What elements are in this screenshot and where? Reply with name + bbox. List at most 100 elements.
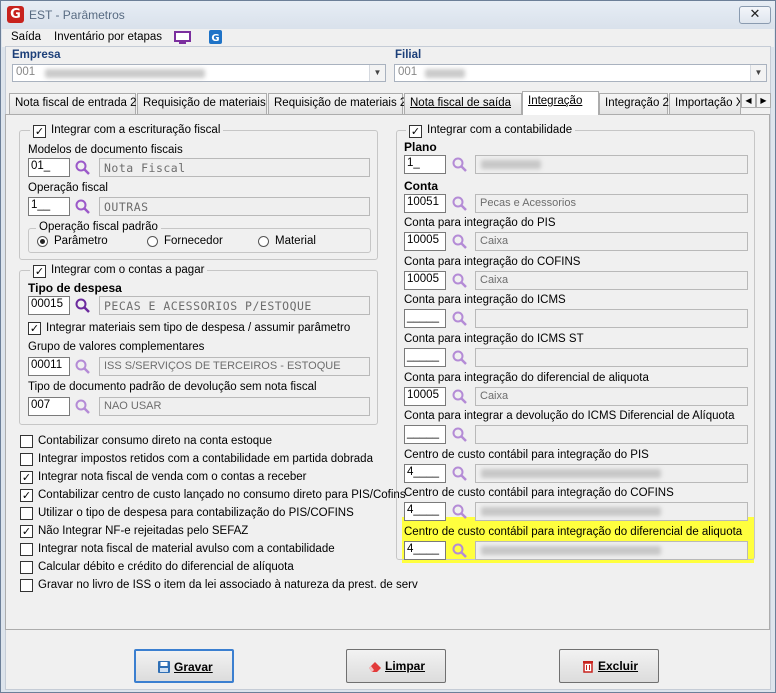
account-field-label: Conta para integração do ICMS (404, 294, 566, 306)
search-icon[interactable] (74, 358, 92, 376)
radio-material[interactable] (258, 236, 269, 247)
account-code-input[interactable]: 10005 (404, 271, 446, 290)
account-code-input[interactable]: 4____ (404, 541, 446, 560)
clear-button[interactable]: Limpar (346, 649, 446, 683)
account-field-label: Conta para integração do COFINS (404, 256, 581, 268)
chevron-down-icon[interactable]: ▼ (750, 65, 766, 81)
search-icon[interactable] (74, 297, 92, 315)
floppy-disk-icon (158, 661, 170, 673)
close-button[interactable]: ✕ (739, 6, 771, 24)
search-icon[interactable] (451, 503, 469, 521)
eraser-icon (369, 662, 381, 672)
default-op-title: Operação fiscal padrão (36, 221, 161, 233)
search-icon[interactable] (451, 388, 469, 406)
search-icon[interactable] (451, 426, 469, 444)
account-code-input[interactable]: _____ (404, 309, 446, 328)
payables-group-label: Integrar com o contas a pagar (51, 264, 205, 276)
account-code-input[interactable]: 1_ (404, 155, 446, 174)
tab-scroll-left-icon[interactable]: ◀ (741, 93, 756, 108)
tab-nota-fiscal-saida[interactable]: Nota fiscal de saída (404, 93, 522, 114)
tab-importacao-x[interactable]: Importação X (669, 93, 741, 114)
option-label: Gravar no livro de ISS o item da lei ass… (38, 579, 418, 591)
option-checkbox[interactable]: ✓ (20, 489, 33, 502)
accounting-checkbox[interactable]: ✓ (409, 125, 422, 138)
option-checkbox[interactable]: ✓ (20, 525, 33, 538)
account-desc: Caixa (475, 232, 748, 251)
return-doc-code-input[interactable]: 007 (28, 397, 70, 416)
fiscal-checkbox[interactable]: ✓ (33, 125, 46, 138)
account-code-input[interactable]: _____ (404, 348, 446, 367)
trash-icon (583, 661, 593, 673)
payables-group-title: ✓ Integrar com o contas a pagar (30, 263, 208, 278)
account-code-input[interactable]: 4____ (404, 502, 446, 521)
option-label: Contabilizar centro de custo lançado no … (38, 489, 406, 501)
radio-parametro[interactable] (37, 236, 48, 247)
company-select[interactable]: 001 ▼ (12, 64, 386, 82)
integrate-materials-checkbox[interactable]: ✓ (28, 322, 41, 335)
option-checkbox[interactable] (20, 579, 33, 592)
integrate-materials-label: Integrar materiais sem tipo de despesa /… (46, 322, 351, 334)
search-icon[interactable] (451, 272, 469, 290)
search-icon[interactable] (451, 233, 469, 251)
option-checkbox[interactable] (20, 543, 33, 556)
tab-integracao[interactable]: Integração (522, 91, 599, 115)
option-label: Utilizar o tipo de despesa para contabil… (38, 507, 354, 519)
payables-checkbox[interactable]: ✓ (33, 265, 46, 278)
expense-type-code-input[interactable]: 00015 (28, 296, 70, 315)
save-button-label: Gravar (174, 660, 213, 674)
search-icon[interactable] (74, 198, 92, 216)
help-book-icon[interactable]: G (208, 29, 223, 45)
company-name-redacted (45, 69, 205, 78)
tab-requisicao-materiais-2[interactable]: Requisição de materiais 2 (268, 93, 406, 114)
expense-type-label: Tipo de despesa (28, 281, 122, 295)
redacted-text (481, 160, 541, 169)
search-icon[interactable] (74, 159, 92, 177)
option-checkbox[interactable] (20, 507, 33, 520)
delete-button[interactable]: Excluir (559, 649, 659, 683)
search-icon[interactable] (74, 398, 92, 416)
tab-requisicao-materiais[interactable]: Requisição de materiais (137, 93, 267, 114)
account-field-label: Conta para integração do ICMS ST (404, 333, 584, 345)
doc-models-code-input[interactable]: 01_ (28, 158, 70, 177)
account-desc (475, 348, 748, 367)
value-group-code-input[interactable]: 00011 (28, 357, 70, 376)
option-checkbox[interactable]: ✓ (20, 471, 33, 484)
tab-integracao-2[interactable]: Integração 2 (599, 93, 669, 114)
option-checkbox[interactable] (20, 453, 33, 466)
account-code-input[interactable]: 10005 (404, 387, 446, 406)
fiscal-op-code-input[interactable]: 1__ (28, 197, 70, 216)
tab-scroll-right-icon[interactable]: ▶ (756, 93, 771, 108)
menu-item-saida[interactable]: Saída (11, 31, 41, 43)
account-field-label: Conta para integração do diferencial de … (404, 372, 649, 384)
monitor-icon[interactable] (174, 31, 191, 45)
redacted-text (481, 546, 661, 555)
company-label: Empresa (12, 49, 61, 61)
account-code-input[interactable]: 4____ (404, 464, 446, 483)
search-icon[interactable] (451, 542, 469, 560)
account-desc (475, 309, 748, 328)
search-icon[interactable] (451, 310, 469, 328)
account-code-input[interactable]: 10005 (404, 232, 446, 251)
menu-bar: Saída Inventário por etapas G (2, 29, 774, 47)
search-icon[interactable] (451, 156, 469, 174)
search-icon[interactable] (451, 349, 469, 367)
branch-value: 001 (398, 66, 418, 78)
option-label: Integrar impostos retidos com a contabil… (38, 453, 373, 465)
delete-button-label: Excluir (598, 659, 639, 673)
option-checkbox[interactable] (20, 435, 33, 448)
account-code-input[interactable]: _____ (404, 425, 446, 444)
save-button[interactable]: Gravar (134, 649, 234, 683)
search-icon[interactable] (451, 195, 469, 213)
redacted-text (481, 507, 661, 516)
option-checkbox[interactable] (20, 561, 33, 574)
tab-nota-fiscal-entrada-2[interactable]: Nota fiscal de entrada 2 (9, 93, 136, 114)
accounting-group-label: Integrar com a contabilidade (427, 124, 573, 136)
branch-select[interactable]: 001 ▼ (394, 64, 767, 82)
account-code-input[interactable]: 10051 (404, 194, 446, 213)
radio-fornecedor[interactable] (147, 236, 158, 247)
return-doc-desc: NAO USAR (99, 397, 370, 416)
account-field-label: Conta (404, 179, 438, 193)
menu-item-inventario[interactable]: Inventário por etapas (54, 31, 162, 43)
search-icon[interactable] (451, 465, 469, 483)
chevron-down-icon[interactable]: ▼ (369, 65, 385, 81)
